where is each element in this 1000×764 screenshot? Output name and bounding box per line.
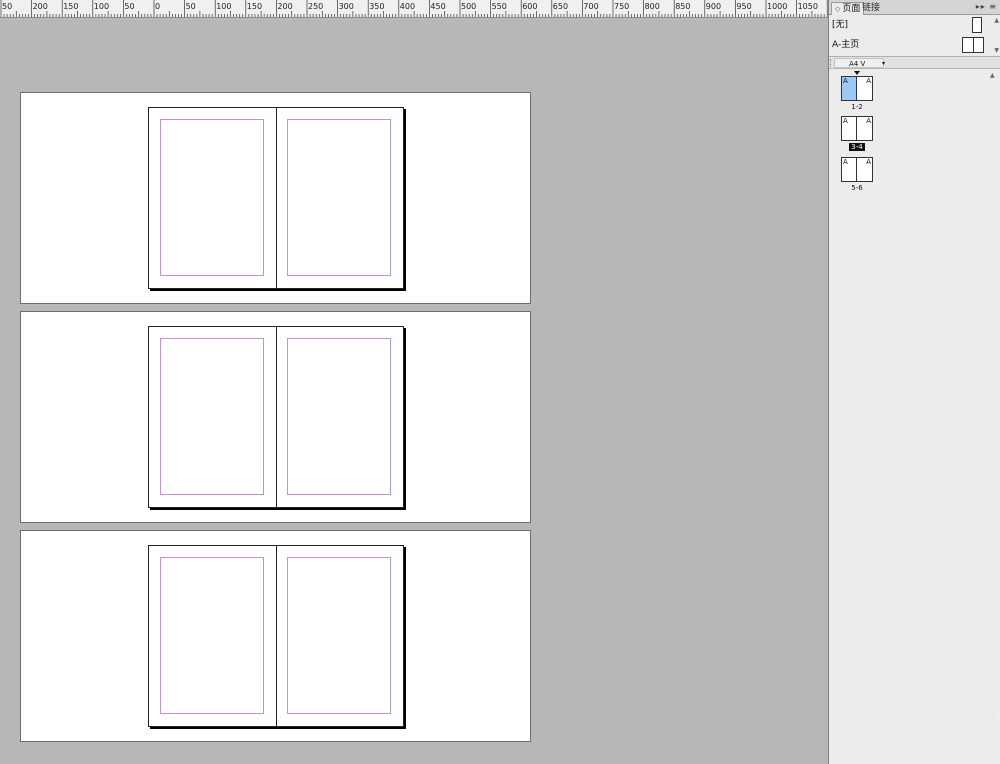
- ruler-label: 100: [94, 2, 109, 11]
- ruler-ticks: 50 200 150 100 50 0 50 100 150 200 250 300 350 400 450…: [0, 0, 828, 17]
- ruler-label: 300: [339, 2, 354, 11]
- margin-guide: [287, 557, 391, 714]
- indesign-window: 50 200 150 100 50 0 50 100 150 200 250 300 350 400 450…: [0, 0, 1000, 764]
- margin-guide: [287, 119, 391, 276]
- ruler-label: 450: [430, 2, 445, 11]
- panel-menu-icon[interactable]: ▸▸ ≡: [976, 2, 997, 11]
- ruler-label: 900: [706, 2, 721, 11]
- horizontal-ruler[interactable]: 50 200 150 100 50 0 50 100 150 200 250 300 350 400 450…: [0, 0, 828, 18]
- resize-grip-icon[interactable]: ⋰: [986, 715, 994, 724]
- page-6[interactable]: [277, 546, 405, 726]
- margin-guide: [160, 338, 264, 495]
- pasteboard[interactable]: [0, 18, 828, 764]
- master-a[interactable]: A-主页: [832, 36, 992, 54]
- tab-links[interactable]: 链接: [859, 2, 883, 15]
- page-3[interactable]: [149, 327, 277, 507]
- spread-5-6[interactable]: [148, 545, 404, 727]
- toolbar-grip-icon[interactable]: [830, 59, 832, 67]
- thumbnail-page-4[interactable]: A: [857, 117, 872, 140]
- ruler-label: 850: [675, 2, 690, 11]
- ruler-label: 750: [614, 2, 629, 11]
- current-spread-marker-icon: [854, 71, 860, 75]
- thumbnail-label: 1-2: [851, 103, 863, 111]
- ruler-label: 500: [461, 2, 476, 11]
- master-a-label: A-主页: [832, 40, 860, 50]
- margin-guide: [160, 557, 264, 714]
- ruler-label: 50: [186, 2, 196, 11]
- thumbnail-page-5[interactable]: A: [842, 158, 857, 181]
- thumbnail-page-2[interactable]: A: [857, 77, 872, 100]
- ruler-label: 50: [2, 2, 12, 11]
- thumbnail-page-6[interactable]: A: [857, 158, 872, 181]
- ruler-label: 1000: [767, 2, 787, 11]
- thumbnail-page-3[interactable]: A: [842, 117, 857, 140]
- ruler-label: 650: [553, 2, 568, 11]
- master-a-thumbnail[interactable]: [962, 37, 984, 53]
- panel-tab-bar: ◇ 页面 链接 ▸▸ ≡: [829, 0, 1000, 15]
- ruler-label: 250: [308, 2, 323, 11]
- thumbnail-spread: A A: [841, 76, 873, 101]
- margin-guide: [287, 338, 391, 495]
- page-2[interactable]: [277, 108, 405, 288]
- ruler-label: 50: [124, 2, 134, 11]
- spread-1-2[interactable]: [148, 107, 404, 289]
- ruler-label: 400: [400, 2, 415, 11]
- page-thumbnail-5-6[interactable]: A A 5-6: [841, 157, 875, 193]
- pages-panel: ◇ 页面 链接 ▸▸ ≡ [无] A-主页 ▲ ▼ A4 V ▾ ▲ A A 1…: [828, 0, 1000, 764]
- ruler-label: 200: [277, 2, 292, 11]
- page-thumbnail-3-4[interactable]: A A 3-4: [841, 116, 875, 152]
- scroll-up-icon[interactable]: ▲: [994, 17, 999, 24]
- thumbnail-label-text: 3-4: [849, 143, 865, 151]
- ruler-label: 0: [155, 2, 160, 11]
- ruler-label: 100: [216, 2, 231, 11]
- scroll-down-icon[interactable]: ▼: [994, 47, 999, 54]
- tab-pages-label: 页面: [842, 4, 861, 14]
- ruler-label: 150: [247, 2, 262, 11]
- master-none-label: [无]: [832, 20, 849, 30]
- chevron-down-icon: ▾: [882, 60, 886, 67]
- thumbnail-label: 5-6: [851, 184, 863, 192]
- thumbnail-spread: A A: [841, 157, 873, 182]
- ruler-label: 200: [33, 2, 48, 11]
- pages-toolbar: A4 V ▾: [829, 57, 1000, 69]
- spread-band-3: [20, 530, 531, 742]
- page-size-select[interactable]: A4 V ▾: [834, 58, 886, 68]
- thumbnail-label: 3-4: [841, 143, 873, 152]
- master-pages-section: [无] A-主页 ▲ ▼: [829, 15, 1000, 57]
- ruler-label: 600: [522, 2, 537, 11]
- tab-links-label: 链接: [862, 3, 881, 13]
- ruler-label: 800: [645, 2, 660, 11]
- thumbnail-spread: A A: [841, 116, 873, 141]
- pages-scrollbar[interactable]: ▲: [990, 72, 998, 112]
- ruler-label: 1050: [798, 2, 818, 11]
- spread-band-1: [20, 92, 531, 304]
- page-thumbnail-1-2[interactable]: A A 1-2: [841, 71, 875, 112]
- page-1[interactable]: [149, 108, 277, 288]
- ruler-label: 350: [369, 2, 384, 11]
- page-4[interactable]: [277, 327, 405, 507]
- thumbnail-page-1[interactable]: A: [842, 77, 857, 100]
- ruler-label: 150: [63, 2, 78, 11]
- master-none-thumbnail[interactable]: [972, 17, 982, 33]
- master-none[interactable]: [无]: [832, 16, 992, 34]
- ruler-label: 700: [583, 2, 598, 11]
- ruler-label: 550: [492, 2, 507, 11]
- spread-3-4[interactable]: [148, 326, 404, 508]
- page-5[interactable]: [149, 546, 277, 726]
- margin-guide: [160, 119, 264, 276]
- spread-band-2: [20, 311, 531, 523]
- ruler-label: 950: [736, 2, 751, 11]
- tab-grip-icon: ◇: [835, 5, 841, 13]
- page-size-value: A4 V: [849, 60, 866, 68]
